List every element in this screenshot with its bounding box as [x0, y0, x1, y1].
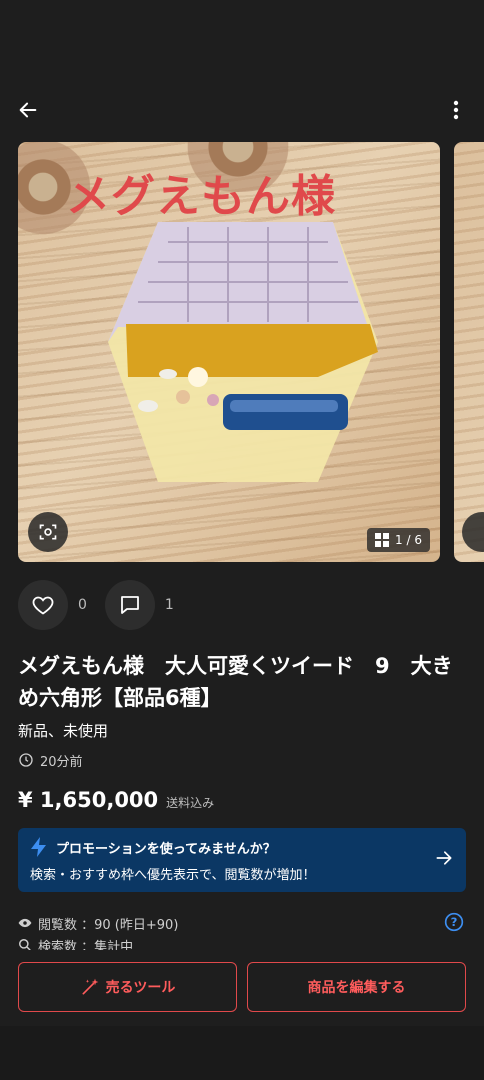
next-photo-preview[interactable]	[454, 142, 484, 562]
posted-time: 20分前	[40, 754, 83, 770]
like-button[interactable]	[18, 580, 68, 630]
arrow-right-icon	[436, 851, 452, 865]
action-row: 0 1	[18, 580, 192, 630]
help-icon[interactable]: ?	[444, 912, 464, 932]
promotion-banner[interactable]: プロモーションを使ってみませんか？ 検索・おすすめ枠へ優先表示で、閲覧数が増加！	[18, 828, 466, 892]
edit-item-label: 商品を編集する	[307, 979, 406, 995]
more-menu-button[interactable]	[440, 94, 472, 126]
grid-icon	[375, 533, 390, 547]
posted-time-row: 20分前	[18, 750, 83, 770]
edit-item-button[interactable]: 商品を編集する	[247, 962, 466, 1012]
photo-carousel[interactable]: メグえもん様 1 / 6	[0, 142, 484, 562]
item-price: ¥ 1,650,000	[18, 788, 159, 812]
comment-icon	[121, 596, 139, 614]
sell-tools-label: 売るツール	[105, 979, 176, 995]
price-row: ¥ 1,650,000 送料込み	[18, 788, 214, 812]
item-condition: 新品、未使用	[18, 722, 109, 740]
scan-icon	[39, 524, 57, 540]
more-vertical-icon	[453, 100, 459, 120]
top-bar	[0, 88, 484, 132]
comment-count: 1	[164, 597, 174, 613]
like-count: 0	[78, 597, 87, 613]
eye-icon	[18, 918, 32, 928]
heart-icon	[32, 596, 54, 615]
bottom-action-bar: 売るツール 商品を編集する	[0, 950, 484, 1026]
magic-wand-icon	[82, 978, 98, 995]
item-title: メグえもん様 大人可愛くツイード 9 大きめ六角形【部品6種】	[18, 654, 453, 710]
item-photo[interactable]: メグえもん様 1 / 6	[18, 142, 440, 562]
svg-text:?: ?	[451, 915, 458, 929]
promo-title: プロモーションを使ってみませんか？	[56, 841, 276, 857]
arrow-left-icon	[19, 102, 37, 118]
sell-tools-button[interactable]: 売るツール	[18, 962, 237, 1012]
stats-section: 閲覧数 ：90 (昨日+90) 検索数 ：集計中 ?	[18, 912, 466, 952]
image-search-button[interactable]	[462, 512, 484, 552]
back-button[interactable]	[12, 94, 44, 126]
shipping-label: 送料込み	[166, 796, 215, 810]
promo-subtitle: 検索・おすすめ枠へ優先表示で、閲覧数が増加！	[30, 868, 316, 883]
image-search-button[interactable]	[28, 512, 68, 552]
photo-counter[interactable]: 1 / 6	[367, 528, 430, 552]
comment-button[interactable]	[104, 580, 155, 630]
lightning-icon	[31, 837, 46, 857]
views-text: 閲覧数 ：90 (昨日+90)	[38, 917, 179, 933]
photo-index: 1 / 6	[395, 533, 422, 547]
clock-icon	[19, 753, 33, 767]
system-nav-area	[0, 1026, 484, 1080]
views-stat: 閲覧数 ：90 (昨日+90)	[18, 912, 466, 934]
photo-caption: メグえもん様	[66, 171, 336, 222]
